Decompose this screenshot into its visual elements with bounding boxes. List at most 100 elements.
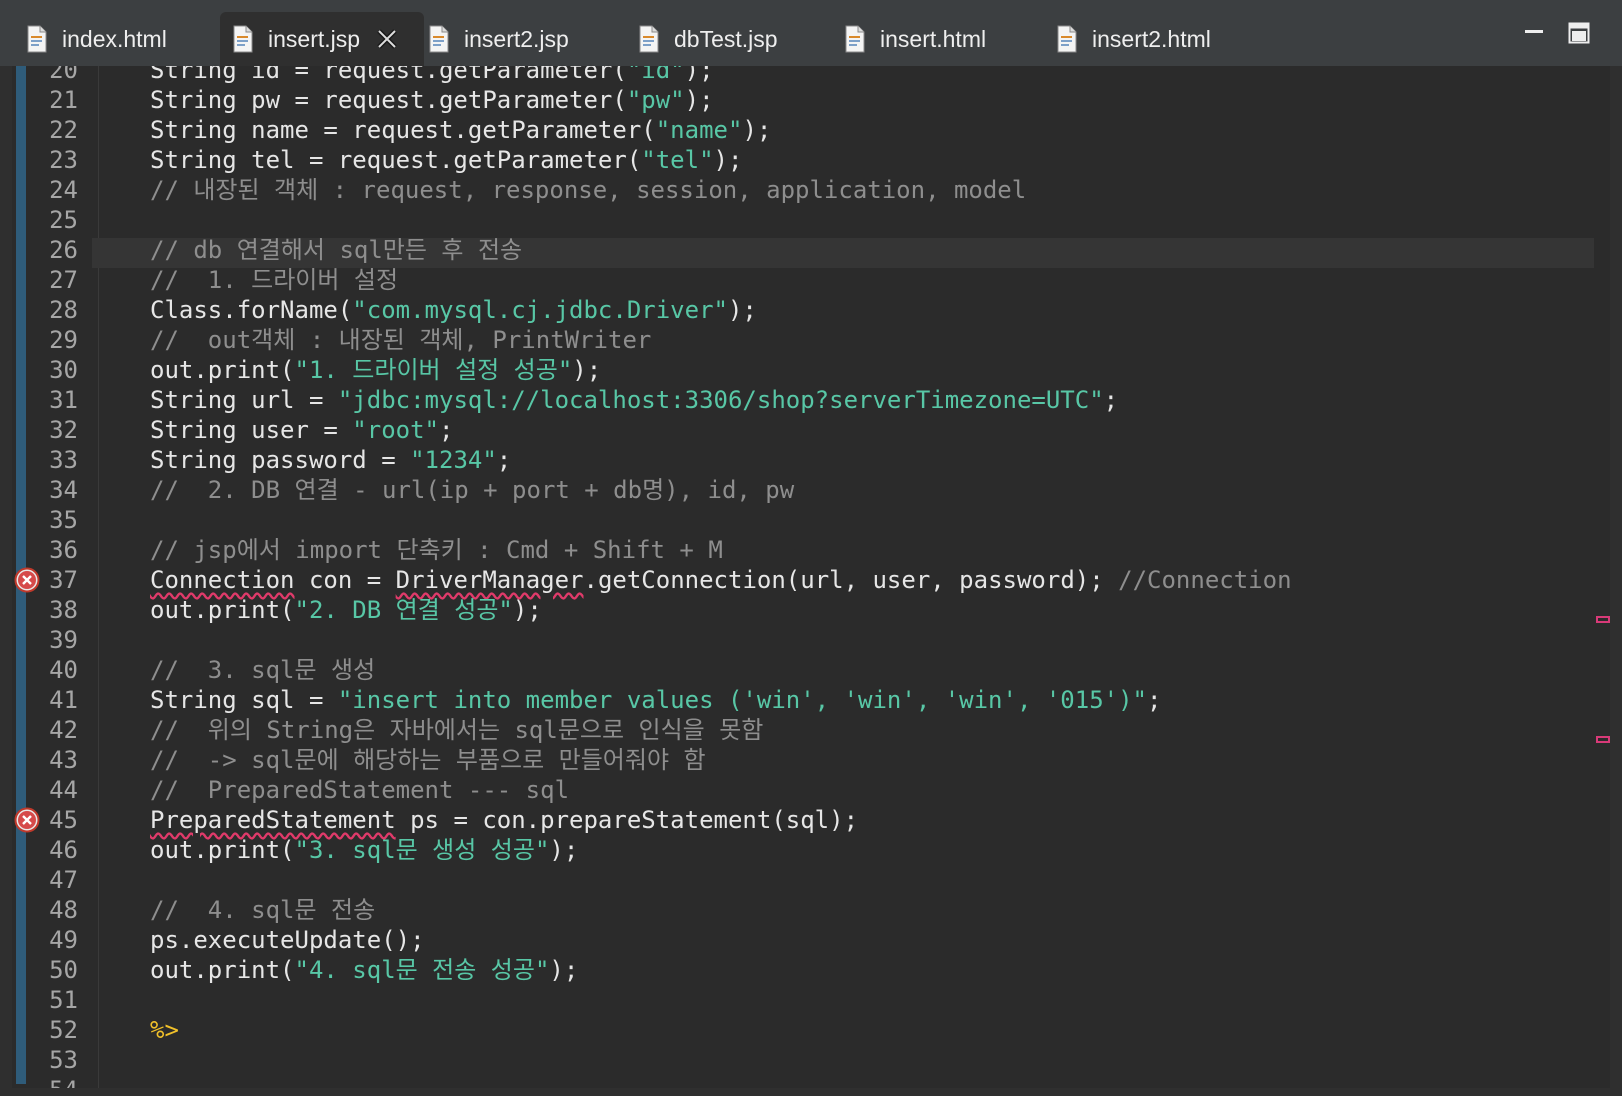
code-token: // db 연결해서 sql만든 후 전송 xyxy=(150,236,523,264)
line-number: 52 xyxy=(49,1016,78,1044)
code-token: out.print( xyxy=(150,356,295,384)
code-token: // 4. sql문 전송 xyxy=(150,896,376,924)
line-number: 49 xyxy=(49,926,78,954)
code-line[interactable]: String pw = request.getParameter("pw"); xyxy=(150,85,714,115)
code-token: ); xyxy=(742,116,772,144)
code-line[interactable]: // 내장된 객체 : request, response, session, … xyxy=(150,175,1026,205)
code-line[interactable]: String sql = "insert into member values … xyxy=(150,685,1161,715)
close-icon[interactable] xyxy=(376,28,398,50)
tab-insert-html[interactable]: insert.html xyxy=(832,12,1044,66)
code-line[interactable]: // 2. DB 연결 - url(ip + port + db명), id, … xyxy=(150,475,794,505)
code-token: // PreparedStatement --- sql xyxy=(150,776,570,804)
tab-insert2-html[interactable]: insert2.html xyxy=(1044,12,1266,66)
code-token: ps.executeUpdate(); xyxy=(150,926,425,954)
code-line[interactable]: String name = request.getParameter("name… xyxy=(150,115,771,145)
line-number: 38 xyxy=(49,596,78,624)
tab-label: insert2.jsp xyxy=(464,25,569,52)
code-line[interactable]: // db 연결해서 sql만든 후 전송 xyxy=(150,235,522,265)
code-line[interactable]: // 3. sql문 생성 xyxy=(150,655,375,685)
code-token: ); xyxy=(684,66,714,84)
code-line[interactable]: // jsp에서 import 단축키 : Cmd + Shift + M xyxy=(150,535,723,565)
code-token: // out객체 : 내장된 객체, PrintWriter xyxy=(150,326,652,354)
code-token: String name = request.getParameter( xyxy=(150,116,656,144)
error-marker-icon[interactable] xyxy=(14,807,40,833)
code-token: // jsp에서 import 단축키 : Cmd + Shift + M xyxy=(150,536,723,564)
code-line[interactable]: // PreparedStatement --- sql xyxy=(150,775,569,805)
minimize-icon[interactable] xyxy=(1524,22,1544,42)
maximize-icon[interactable] xyxy=(1568,22,1590,44)
error-token: PreparedStatement xyxy=(150,806,396,834)
code-line[interactable]: String user = "root"; xyxy=(150,415,453,445)
error-overview-marker[interactable] xyxy=(1596,616,1610,623)
code-token: String password = xyxy=(150,446,411,474)
overview-ruler[interactable] xyxy=(1594,66,1610,1088)
code-line[interactable]: String id = request.getParameter("id"); xyxy=(150,66,714,85)
code-token: "com.mysql.cj.jdbc.Driver" xyxy=(352,296,728,324)
code-token: String pw = request.getParameter( xyxy=(150,86,627,114)
code-token: // 2. DB 연결 - url(ip + port + db명), id, … xyxy=(150,476,795,504)
code-token: String id = request.getParameter( xyxy=(150,66,627,84)
tab-label: insert.jsp xyxy=(268,25,361,52)
tab-label: insert2.html xyxy=(1092,25,1211,52)
code-token: out.print( xyxy=(150,836,295,864)
code-editor[interactable]: 20 String id = request.getParameter("id")… xyxy=(12,66,1610,1088)
code-line[interactable]: ps.executeUpdate(); xyxy=(150,925,425,955)
file-icon xyxy=(1057,25,1077,53)
tab-insert2-jsp[interactable]: insert2.jsp xyxy=(416,12,628,66)
code-token: //Connection xyxy=(1118,566,1292,594)
code-line[interactable]: PreparedStatement ps = con.prepareStatem… xyxy=(150,805,858,835)
file-icon xyxy=(639,25,659,53)
code-token: ; xyxy=(1103,386,1119,414)
line-number: 48 xyxy=(49,896,78,924)
code-line[interactable]: out.print("1. 드라이버 설정 성공"); xyxy=(150,355,601,385)
line-number: 32 xyxy=(49,416,78,444)
line-number: 35 xyxy=(49,506,78,534)
code-line[interactable]: out.print("2. DB 연결 성공"); xyxy=(150,595,542,625)
code-line[interactable]: String url = "jdbc:mysql://localhost:330… xyxy=(150,385,1118,415)
line-number: 30 xyxy=(49,356,78,384)
file-icon xyxy=(27,25,47,53)
file-icon xyxy=(429,25,449,53)
tab-dbtest-jsp[interactable]: dbTest.jsp xyxy=(626,12,838,66)
code-token: String user = xyxy=(150,416,353,444)
code-line[interactable]: out.print("4. sql문 전송 성공"); xyxy=(150,955,578,985)
code-token: ); xyxy=(549,956,579,984)
code-line[interactable]: out.print("3. sql문 생성 성공"); xyxy=(150,835,578,865)
code-token: ); xyxy=(549,836,579,864)
code-line[interactable]: %> xyxy=(150,1015,179,1045)
code-line[interactable]: // 위의 String은 자바에서는 sql문으로 인식을 못함 xyxy=(150,715,763,745)
code-token: Class.forName( xyxy=(150,296,353,324)
code-line[interactable]: String tel = request.getParameter("tel")… xyxy=(150,145,742,175)
line-number: 26 xyxy=(49,236,78,264)
code-line[interactable]: // -> sql문에 해당하는 부품으로 만들어줘야 함 xyxy=(150,745,706,775)
line-number: 31 xyxy=(49,386,78,414)
tab-label: insert.html xyxy=(880,25,987,52)
tab-insert-jsp[interactable]: insert.jsp xyxy=(220,12,424,66)
tab-index-html[interactable]: index.html xyxy=(14,12,226,66)
line-number: 54 xyxy=(26,1075,78,1088)
code-token: ; xyxy=(1147,686,1162,714)
code-token: .getConnection(url, user, password); xyxy=(583,566,1119,594)
error-overview-marker[interactable] xyxy=(1596,736,1610,743)
error-marker-icon[interactable] xyxy=(14,567,40,593)
code-line[interactable]: Class.forName("com.mysql.cj.jdbc.Driver"… xyxy=(150,295,757,325)
code-line[interactable]: Connection con = DriverManager.getConnec… xyxy=(150,565,1292,595)
code-token: "jdbc:mysql://localhost:3306/shop?server… xyxy=(337,386,1104,414)
line-number: 23 xyxy=(49,146,78,174)
line-number: 28 xyxy=(49,296,78,324)
code-line[interactable]: // out객체 : 내장된 객체, PrintWriter xyxy=(150,325,651,355)
line-number: 25 xyxy=(49,206,78,234)
tab-label: dbTest.jsp xyxy=(674,25,778,52)
code-token: "2. DB 연결 성공" xyxy=(294,596,513,624)
code-token: ); xyxy=(512,596,542,624)
code-token: "4. sql문 전송 성공" xyxy=(294,956,550,984)
gutter-separator xyxy=(98,66,99,1088)
code-token: "root" xyxy=(352,416,439,444)
code-token: ; xyxy=(439,416,454,444)
error-token: DriverManager xyxy=(395,566,584,594)
code-token: out.print( xyxy=(150,956,295,984)
line-number: 50 xyxy=(49,956,78,984)
code-line[interactable]: // 4. sql문 전송 xyxy=(150,895,375,925)
code-line[interactable]: String password = "1234"; xyxy=(150,445,511,475)
code-line[interactable]: // 1. 드라이버 설정 xyxy=(150,265,398,295)
